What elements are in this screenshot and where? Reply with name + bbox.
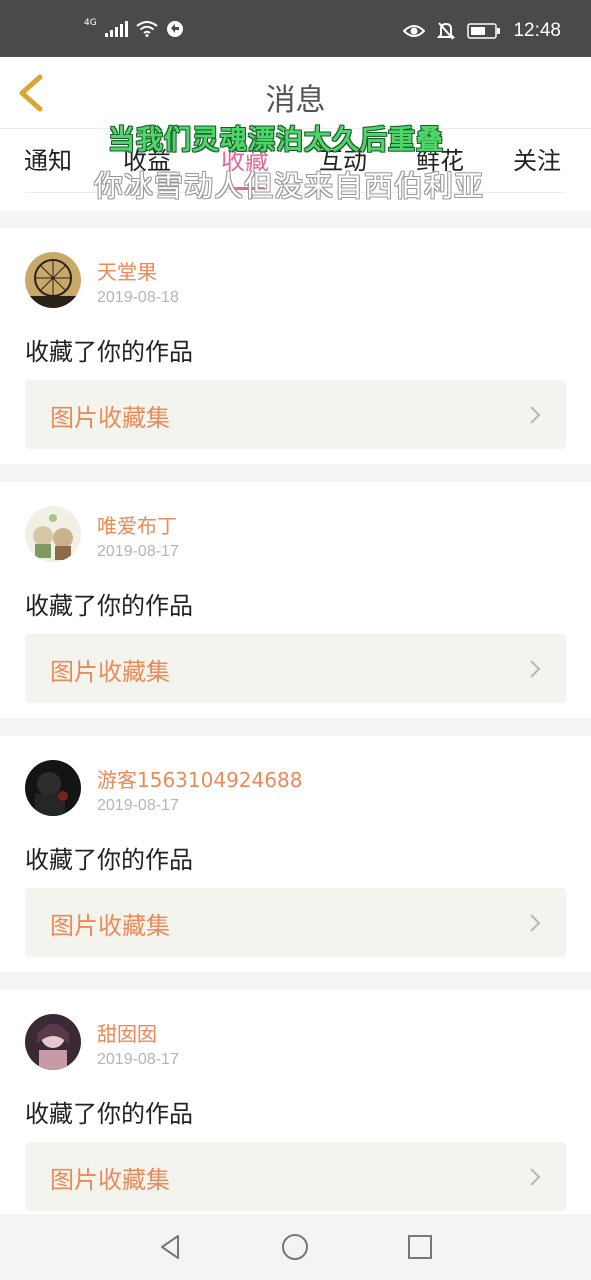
action-text: 收藏了你的作品 [25, 846, 193, 874]
username[interactable]: 天堂果 [97, 256, 157, 285]
date: 2019-08-17 [97, 1051, 179, 1068]
battery-icon [467, 23, 501, 39]
collection-label: 图片收藏集 [50, 404, 170, 432]
lyric-line-1: 当我们灵魂漂泊太久后重叠 [108, 125, 444, 156]
username[interactable]: 唯爱布丁 [97, 510, 177, 539]
sync-icon [166, 21, 183, 37]
collection-link[interactable]: 图片收藏集 [25, 634, 566, 703]
eye-icon [403, 25, 426, 37]
list-item: 天堂果 2019-08-18 收藏了你的作品 图片收藏集 [0, 228, 591, 464]
avatar[interactable] [25, 252, 81, 308]
status-right: 12:48 [403, 20, 561, 42]
tab-following[interactable]: 关注 [513, 141, 561, 176]
collection-link[interactable]: 图片收藏集 [25, 1142, 566, 1211]
chevron-right-icon [530, 660, 541, 678]
home-circle-icon[interactable] [279, 1231, 311, 1263]
collection-label: 图片收藏集 [50, 912, 170, 940]
collection-label: 图片收藏集 [50, 658, 170, 686]
signal-icon [104, 21, 128, 37]
back-triangle-icon[interactable] [154, 1231, 186, 1263]
list-item: 游客1563104924688 2019-08-17 收藏了你的作品 图片收藏集 [0, 736, 591, 972]
clock: 12:48 [513, 20, 561, 41]
system-nav-bar [0, 1214, 591, 1280]
list-item: 甜囡囡 2019-08-17 收藏了你的作品 图片收藏集 [0, 990, 591, 1226]
action-text: 收藏了你的作品 [25, 338, 193, 366]
username[interactable]: 游客1563104924688 [97, 764, 302, 793]
list-item: 唯爱布丁 2019-08-17 收藏了你的作品 图片收藏集 [0, 482, 591, 718]
avatar[interactable] [25, 760, 81, 816]
collection-link[interactable]: 图片收藏集 [25, 888, 566, 957]
lyric-line-2: 你冰雪动人但没来自西伯利亚 [94, 169, 485, 203]
chevron-right-icon [530, 914, 541, 932]
status-bar: 4G 12:48 [0, 0, 591, 57]
avatar[interactable] [25, 506, 81, 562]
wifi-icon [136, 21, 158, 37]
chevron-right-icon [530, 1168, 541, 1186]
action-text: 收藏了你的作品 [25, 1100, 193, 1128]
avatar[interactable] [25, 1014, 81, 1070]
page-title: 消息 [265, 83, 326, 118]
date: 2019-08-18 [97, 289, 179, 306]
bell-off-icon [437, 22, 456, 40]
date: 2019-08-17 [97, 797, 179, 814]
status-left: 4G [84, 18, 184, 38]
tab-notifications[interactable]: 通知 [24, 141, 72, 176]
username[interactable]: 甜囡囡 [97, 1018, 157, 1047]
recents-square-icon[interactable] [404, 1231, 436, 1263]
chevron-right-icon [530, 406, 541, 424]
network-label: 4G [84, 18, 97, 28]
date: 2019-08-17 [97, 543, 179, 560]
action-text: 收藏了你的作品 [25, 592, 193, 620]
collection-label: 图片收藏集 [50, 1166, 170, 1194]
collection-link[interactable]: 图片收藏集 [25, 380, 566, 449]
